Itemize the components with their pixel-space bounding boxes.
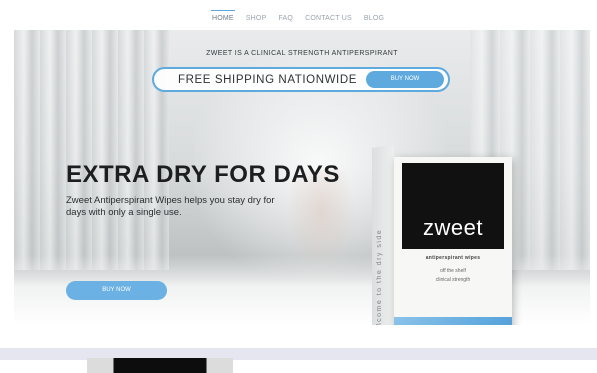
shipping-banner: FREE SHIPPING NATIONWIDE BUY NOW	[152, 67, 450, 92]
nav-home[interactable]: HOME	[211, 10, 235, 22]
hero-headline: EXTRA DRY FOR DAYS	[66, 161, 340, 188]
nav-blog[interactable]: BLOG	[364, 15, 384, 22]
curtain-left-image	[14, 30, 169, 270]
shipping-buy-now-button[interactable]: BUY NOW	[366, 71, 444, 88]
top-navigation: HOME SHOP FAQ CONTACT US BLOG	[0, 0, 597, 30]
hero-tagline: ZWEET IS A CLINICAL STRENGTH ANTIPERSPIR…	[206, 50, 398, 57]
nav-contact-us[interactable]: CONTACT US	[305, 15, 352, 22]
shipping-text: FREE SHIPPING NATIONWIDE	[178, 74, 358, 86]
box-side-text: welcome to the dry side	[376, 228, 383, 338]
hero-subtext: Zweet Antiperspirant Wipes helps you sta…	[66, 195, 275, 218]
nav-faq[interactable]: FAQ	[278, 15, 293, 22]
box-subtitle-line1: off the shelf	[440, 268, 466, 274]
box-brand-logo: zweet	[423, 215, 483, 240]
nav-menu: HOME SHOP FAQ CONTACT US BLOG	[211, 10, 384, 22]
nav-shop[interactable]: SHOP	[246, 15, 267, 22]
box-subtitle-line2: clinical strength	[435, 277, 471, 283]
product-packet-image	[87, 358, 233, 373]
hero-buy-now-button[interactable]: BUY NOW	[66, 281, 167, 300]
box-brand-block: zweet	[402, 163, 504, 249]
box-product-label: antiperspirant wipes	[425, 255, 481, 261]
box-subtitle: off the shelf clinical strength	[394, 267, 512, 285]
